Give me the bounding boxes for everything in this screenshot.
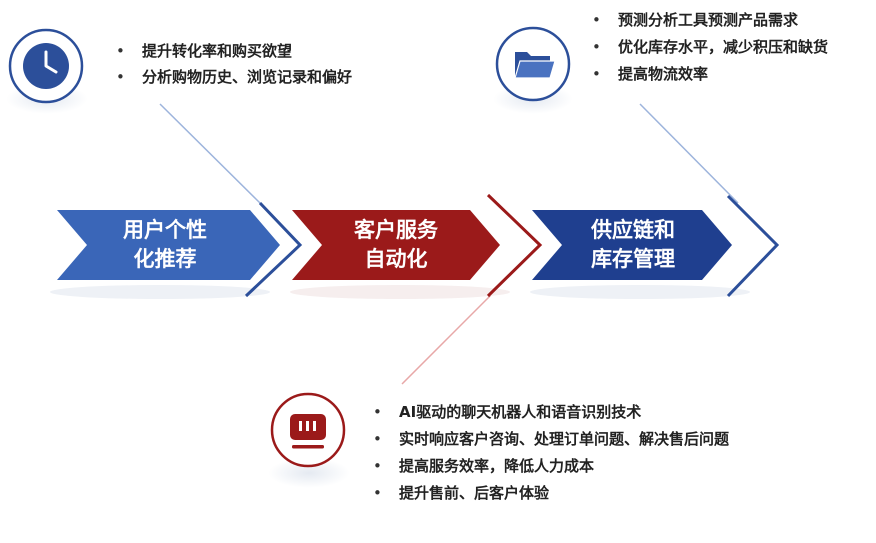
chevron-label-service: 客户服务 自动化 [316,216,476,274]
chevron-label-line: 化推荐 [133,247,197,271]
list-item: 提升转化率和购买欲望 [116,38,352,64]
list-item: 提升售前、后客户体验 [373,480,794,507]
clock-icon [8,28,84,104]
chevron-shadow [530,285,750,299]
chevron-outline-supply-chain [726,194,780,298]
chevron-shadow [290,285,510,299]
list-item: 预测分析工具预测产品需求 [592,7,828,34]
recommendation-points: 提升转化率和购买欲望 分析购物历史、浏览记录和偏好 [116,38,352,90]
chevron-shadow [50,285,270,299]
chevron-label-supply-chain: 供应链和 库存管理 [553,216,713,274]
chevron-label-line: 客户服务 [354,218,438,242]
list-item: 优化库存水平，减少积压和缺货 [592,34,828,61]
chevron-label-recommendation: 用户个性 化推荐 [85,216,245,274]
connector-line-service [401,291,495,385]
chevron-label-line: 自动化 [364,247,428,271]
list-item: 实时响应客户咨询、处理订单问题、解决售后问题 [373,426,794,453]
chatbot-icon [270,392,346,468]
chatbot-icon-badge [270,392,346,468]
chevron-label-line: 用户个性 [123,218,207,242]
service-points: AI驱动的聊天机器人和语音识别技术 实时响应客户咨询、处理订单问题、解决售后问题… [373,399,794,507]
connector-line-supply-chain [639,103,739,204]
list-item: 提高服务效率，降低人力成本 [373,453,794,480]
list-item: 分析购物历史、浏览记录和偏好 [116,64,352,90]
chevron-label-line: 供应链和 [591,218,675,242]
clock-icon-badge [8,28,84,104]
chevron-label-line: 库存管理 [591,247,675,271]
list-item: 提高物流效率 [592,61,828,88]
connector-line-recommendation [159,103,261,204]
supply-chain-points: 预测分析工具预测产品需求 优化库存水平，减少积压和缺货 提高物流效率 [592,7,828,88]
folder-icon-badge [495,26,571,102]
list-item: AI驱动的聊天机器人和语音识别技术 [373,399,794,426]
folder-icon [495,26,571,102]
